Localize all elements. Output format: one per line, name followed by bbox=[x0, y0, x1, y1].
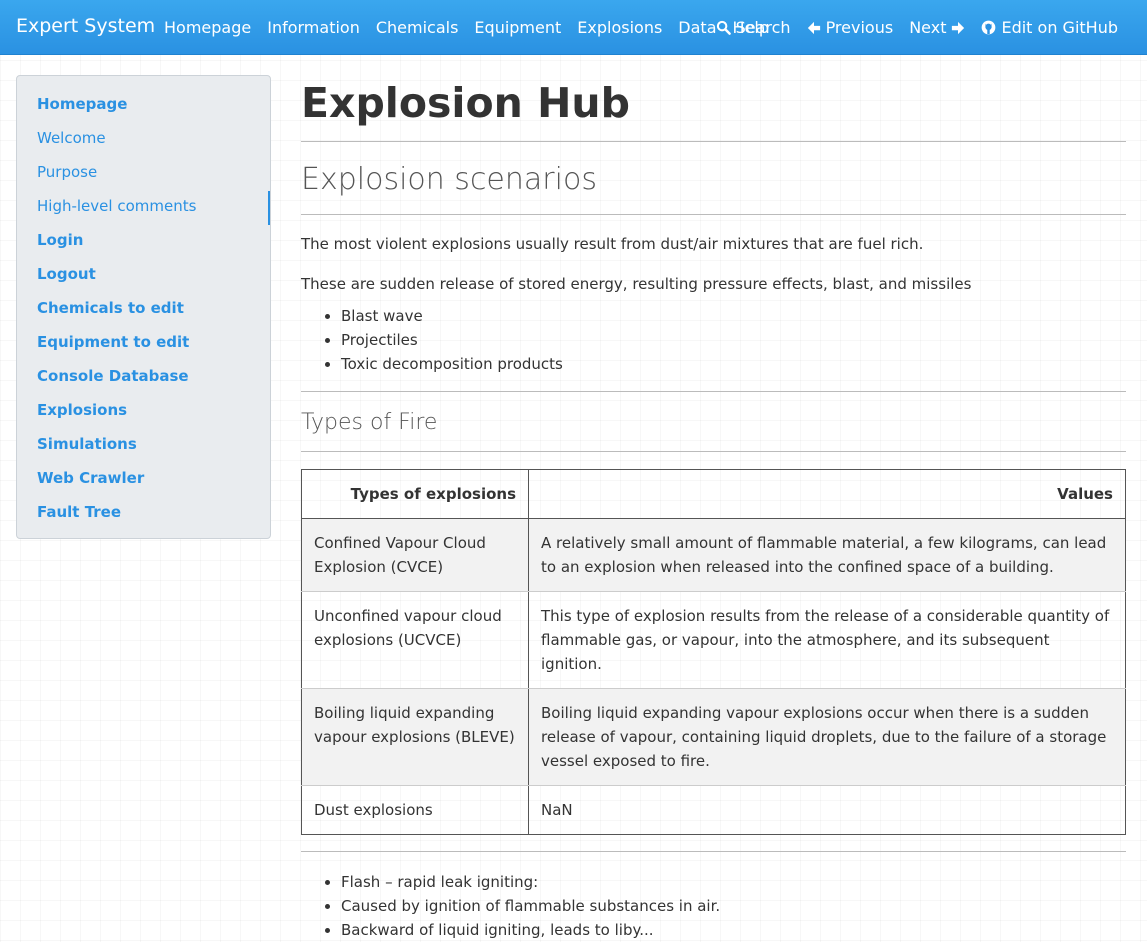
sidebar-item-fault-tree[interactable]: Fault Tree bbox=[17, 499, 270, 533]
table-cell-value: This type of explosion results from the … bbox=[528, 591, 1126, 689]
list-item: Blast wave bbox=[341, 304, 1126, 328]
nav-explosions[interactable]: Explosions bbox=[577, 18, 662, 37]
table-row: Unconfined vapour cloud explosions (UCVC… bbox=[301, 591, 1126, 689]
table-cell-type: Boiling liquid expanding vapour explosio… bbox=[301, 688, 529, 786]
github-icon bbox=[981, 20, 996, 35]
nav-homepage[interactable]: Homepage bbox=[164, 18, 251, 37]
brand-title[interactable]: Expert System bbox=[16, 15, 155, 37]
sidebar-item-welcome[interactable]: Welcome bbox=[17, 125, 270, 159]
sidebar-item-login[interactable]: Login bbox=[17, 227, 270, 261]
next-button[interactable]: Next bbox=[909, 18, 965, 37]
paragraph-sudden-release: These are sudden release of stored energ… bbox=[301, 275, 972, 293]
nav-links: Homepage Information Chemicals Equipment… bbox=[164, 18, 769, 37]
nav-equipment[interactable]: Equipment bbox=[474, 18, 561, 37]
list-item: Toxic decomposition products bbox=[341, 352, 1126, 376]
table-cell-value: A relatively small amount of flammable m… bbox=[528, 518, 1126, 592]
sidebar-item-purpose[interactable]: Purpose bbox=[17, 159, 270, 193]
nav-data[interactable]: Data bbox=[678, 18, 716, 37]
section-title-types-of-fire: Types of Fire bbox=[301, 391, 1126, 452]
column-header-values: Values bbox=[528, 469, 1126, 519]
table-cell-type: Dust explosions bbox=[301, 785, 529, 835]
sidebar-item-homepage[interactable]: Homepage bbox=[17, 91, 270, 125]
sidebar-item-equipment-to-edit[interactable]: Equipment to edit bbox=[17, 329, 270, 363]
sidebar-item-logout[interactable]: Logout bbox=[17, 261, 270, 295]
search-button[interactable]: Search bbox=[716, 18, 791, 37]
sidebar-item-web-crawler[interactable]: Web Crawler bbox=[17, 465, 270, 499]
previous-label: Previous bbox=[825, 18, 894, 37]
column-header-types: Types of explosions bbox=[301, 469, 529, 519]
arrow-left-icon bbox=[807, 21, 821, 35]
main-content: Explosion Hub Explosion scenarios The mo… bbox=[301, 75, 1126, 942]
list-item: Flash – rapid leak igniting: bbox=[341, 870, 1126, 894]
search-icon bbox=[716, 20, 731, 35]
table-row: Dust explosions NaN bbox=[301, 785, 1126, 835]
table-row: Confined Vapour Cloud Explosion (CVCE) A… bbox=[301, 518, 1126, 592]
previous-button[interactable]: Previous bbox=[807, 18, 894, 37]
table-row: Boiling liquid expanding vapour explosio… bbox=[301, 688, 1126, 786]
sidebar: Homepage Welcome Purpose High-level comm… bbox=[16, 75, 271, 539]
section-title-explosion-scenarios: Explosion scenarios bbox=[301, 142, 1126, 215]
sidebar-item-simulations[interactable]: Simulations bbox=[17, 431, 270, 465]
search-label: Search bbox=[735, 18, 791, 37]
sidebar-item-explosions[interactable]: Explosions bbox=[17, 397, 270, 431]
sidebar-item-chemicals-to-edit[interactable]: Chemicals to edit bbox=[17, 295, 270, 329]
list-item: Projectiles bbox=[341, 328, 1126, 352]
paragraph-violent-explosions: The most violent explosions usually resu… bbox=[301, 235, 924, 253]
nav-chemicals[interactable]: Chemicals bbox=[376, 18, 459, 37]
nav-information[interactable]: Information bbox=[267, 18, 360, 37]
nav-right: Search Previous Next Edit on GitHub bbox=[716, 18, 1118, 37]
list-item: Backward of liquid igniting, leads to li… bbox=[341, 918, 1126, 942]
github-label: Edit on GitHub bbox=[1001, 18, 1118, 37]
table-cell-type: Confined Vapour Cloud Explosion (CVCE) bbox=[301, 518, 529, 592]
table-cell-type: Unconfined vapour cloud explosions (UCVC… bbox=[301, 591, 529, 689]
explosion-types-table: Types of explosions Values Confined Vapo… bbox=[301, 469, 1126, 835]
list-item: Caused by ignition of flammable substanc… bbox=[341, 894, 1126, 918]
arrow-right-icon bbox=[951, 21, 965, 35]
table-cell-value: NaN bbox=[528, 785, 1126, 835]
divider bbox=[301, 851, 1126, 852]
edit-on-github-button[interactable]: Edit on GitHub bbox=[981, 18, 1118, 37]
table-cell-value: Boiling liquid expanding vapour explosio… bbox=[528, 688, 1126, 786]
top-navbar: Expert System Homepage Information Chemi… bbox=[0, 0, 1147, 55]
table-header-row: Types of explosions Values bbox=[301, 469, 1126, 519]
next-label: Next bbox=[909, 18, 947, 37]
sidebar-item-high-level-comments[interactable]: High-level comments bbox=[17, 191, 270, 227]
explosion-effects-list: Blast wave Projectiles Toxic decompositi… bbox=[301, 304, 1126, 376]
page-title: Explosion Hub bbox=[301, 75, 1126, 142]
sidebar-item-console-database[interactable]: Console Database bbox=[17, 363, 270, 397]
flash-fire-list: Flash – rapid leak igniting: Caused by i… bbox=[301, 870, 1126, 942]
